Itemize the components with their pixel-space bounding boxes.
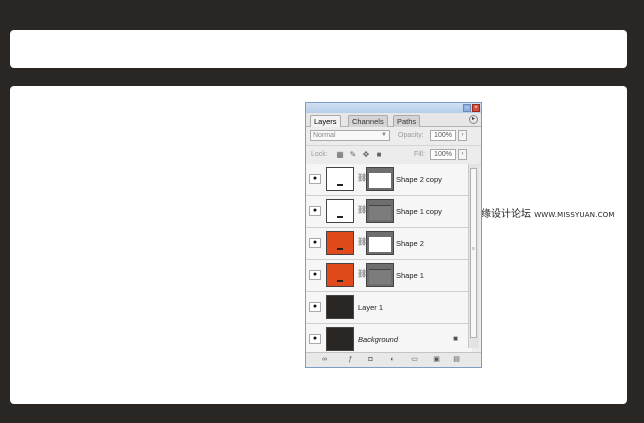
layers-palette: – × Layers Channels Paths ▸ Normal ▼ Opa… [305,102,482,368]
eye-icon[interactable]: ● [309,270,321,280]
opacity-label: Opacity: [398,132,424,139]
layer-name: Background [358,335,399,344]
layer-thumbnail [326,199,354,223]
vector-mask-thumbnail [366,231,394,255]
adjustment-layer-icon[interactable]: ◐ [388,356,397,364]
watermark: 思缘设计论坛 WWW.MISSYUAN.COM [471,205,615,220]
opacity-stepper[interactable]: › [458,130,467,141]
watermark-url: WWW.MISSYUAN.COM [534,211,615,219]
tab-channels[interactable]: Channels [348,115,388,127]
chevron-down-icon: ▼ [381,132,387,138]
layer-row[interactable]: ● Layer 1 [306,292,472,324]
lock-transparent-icon[interactable]: ▦ [336,151,344,159]
fill-stepper[interactable]: › [458,149,467,160]
scroll-thumb[interactable]: ≡ [470,168,477,338]
fill-label: Fill: [414,151,425,158]
vector-mask-thumbnail [366,263,394,287]
layer-list: ● ⛓ Shape 2 copy ● ⛓ Shape 1 copy ● ⛓ Sh… [306,164,472,356]
eye-icon[interactable]: ● [309,206,321,216]
blend-row: Normal ▼ Opacity: 100% › [306,127,481,146]
lock-paint-icon[interactable]: ✎ [349,151,357,159]
eye-icon[interactable]: ● [309,174,321,184]
palette-menu-icon[interactable]: ▸ [469,115,478,124]
layer-thumbnail [326,231,354,255]
layer-thumbnail [326,327,354,351]
top-panel [10,30,627,68]
new-group-icon[interactable]: ▭ [410,356,419,364]
trash-icon[interactable]: ▤ [452,356,461,364]
tab-paths[interactable]: Paths [393,115,421,127]
blend-mode-value: Normal [313,132,336,139]
palette-footer: ∞ ƒ ◘ ◐ ▭ ▣ ▤ [306,352,481,367]
layer-name: Shape 2 copy [396,175,442,184]
new-layer-icon[interactable]: ▣ [432,356,441,364]
lock-move-icon[interactable]: ✥ [362,151,370,159]
minimize-icon[interactable]: – [463,104,471,112]
lock-icon: ■ [453,334,458,343]
eye-icon[interactable]: ● [309,238,321,248]
blend-mode-select[interactable]: Normal ▼ [310,130,390,141]
palette-tabs: Layers Channels Paths ▸ [306,113,481,127]
layer-thumbnail [326,263,354,287]
layer-row[interactable]: ● ⛓ Shape 1 copy [306,196,472,228]
layer-style-icon[interactable]: ƒ [346,356,355,364]
tab-layers[interactable]: Layers [310,115,341,127]
layer-name: Shape 1 copy [396,207,442,216]
layer-thumbnail [326,167,354,191]
layer-scrollbar[interactable]: ≡ [468,164,479,348]
add-mask-icon[interactable]: ◘ [366,356,375,364]
layer-thumbnail [326,295,354,319]
layer-name: Layer 1 [358,303,384,312]
layer-name: Shape 1 [396,271,424,280]
opacity-field[interactable]: 100% [430,130,456,141]
lock-row: Lock: ▦ ✎ ✥ ■ Fill: 100% › [306,146,481,165]
close-icon[interactable]: × [472,104,480,112]
palette-titlebar[interactable]: – × [306,103,481,113]
vector-mask-thumbnail [366,199,394,223]
eye-icon[interactable]: ● [309,334,321,344]
eye-icon[interactable]: ● [309,302,321,312]
lock-label: Lock: [311,151,328,158]
layer-name: Shape 2 [396,239,424,248]
lock-all-icon[interactable]: ■ [375,151,383,159]
layer-row[interactable]: ● ⛓ Shape 2 copy [306,164,472,196]
link-layers-icon[interactable]: ∞ [320,356,329,364]
vector-mask-thumbnail [366,167,394,191]
fill-field[interactable]: 100% [430,149,456,160]
layer-row[interactable]: ● ⛓ Shape 1 [306,260,472,292]
layer-row[interactable]: ● ⛓ Shape 2 [306,228,472,260]
